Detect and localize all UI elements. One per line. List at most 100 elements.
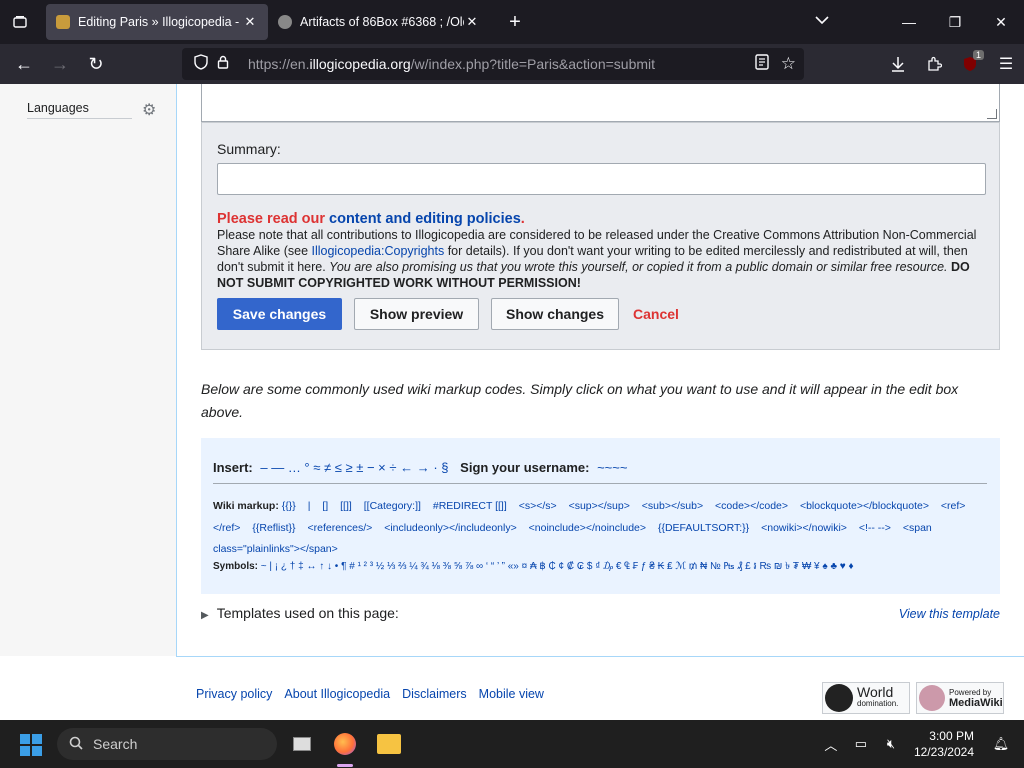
- markup-code-link[interactable]: [[Category:]]: [364, 500, 421, 512]
- ublock-origin-icon[interactable]: 1: [952, 44, 988, 84]
- save-changes-button[interactable]: Save changes: [217, 298, 342, 330]
- markup-code-link[interactable]: <s></s>: [519, 500, 557, 512]
- show-hidden-icons-chevron-icon[interactable]: ︿: [816, 735, 846, 754]
- badge1-big: World: [857, 684, 894, 700]
- content-bottom-divider: [176, 656, 1024, 657]
- task-view-icon[interactable]: [287, 730, 317, 758]
- edit-textarea[interactable]: [201, 84, 1000, 122]
- markup-code-link[interactable]: {{}}: [282, 500, 296, 512]
- illogicopedia-logo-icon: [825, 684, 853, 712]
- reader-view-icon[interactable]: [755, 53, 769, 75]
- close-tab-icon[interactable]: ✕: [242, 14, 258, 30]
- tab-title: Editing Paris » Illogicopedia - Th: [78, 15, 242, 29]
- badge-text: World domination.: [857, 684, 898, 710]
- mobile-view-link[interactable]: Mobile view: [479, 687, 544, 701]
- policy-prefix: Please read our: [217, 211, 330, 227]
- sign-label: Sign your username:: [460, 460, 590, 475]
- file-explorer-icon[interactable]: [374, 730, 404, 758]
- volume-muted-icon[interactable]: 🔇︎: [876, 736, 906, 752]
- reload-icon[interactable]: ↻: [78, 48, 114, 80]
- bookmark-star-icon[interactable]: ☆: [781, 54, 796, 74]
- back-icon[interactable]: ←: [6, 48, 42, 80]
- markup-help-text: Below are some commonly used wiki markup…: [201, 381, 959, 420]
- resize-handle-icon[interactable]: [987, 109, 997, 119]
- close-window-icon[interactable]: ✕: [978, 0, 1024, 44]
- markup-code-link[interactable]: <nowiki></nowiki>: [761, 522, 847, 534]
- signature-insert[interactable]: ~~~~: [597, 460, 627, 475]
- insert-label: Insert:: [213, 460, 253, 475]
- show-preview-button[interactable]: Show preview: [354, 298, 479, 330]
- policy-link[interactable]: content and editing policies: [329, 211, 521, 227]
- tab-list-icon[interactable]: [0, 0, 40, 44]
- insert-characters[interactable]: – — … ° ≈ ≠ ≤ ≥ ± − × ÷ ← → · §: [260, 460, 448, 475]
- world-domination-badge[interactable]: World domination.: [822, 682, 910, 714]
- copyrights-link[interactable]: Illogicopedia:Copyrights: [312, 244, 445, 258]
- markup-code-link[interactable]: #REDIRECT [[]]: [433, 500, 507, 512]
- markup-code-link[interactable]: <references/>: [307, 522, 372, 534]
- notification-bell-icon[interactable]: 🔔︎: [986, 736, 1016, 752]
- char-insert-panel: Insert: – — … ° ≈ ≠ ≤ ≥ ± − × ÷ ← → · § …: [201, 438, 1000, 594]
- policy-heading: Please read our content and editing poli…: [217, 211, 525, 227]
- markup-code-link[interactable]: []: [322, 500, 328, 512]
- markup-code-link[interactable]: <noinclude></noinclude>: [529, 522, 646, 534]
- menu-hamburger-icon[interactable]: ☰: [988, 44, 1024, 84]
- templates-toggle[interactable]: ▶ Templates used on this page:: [201, 605, 399, 621]
- windows-start-icon[interactable]: [20, 734, 42, 756]
- summary-label: Summary:: [217, 141, 281, 157]
- show-changes-button[interactable]: Show changes: [491, 298, 619, 330]
- network-icon[interactable]: ▭: [846, 736, 876, 752]
- downloads-icon[interactable]: [880, 44, 916, 84]
- policy-suffix: .: [520, 211, 525, 227]
- url-domain: illogicopedia.org: [309, 56, 411, 72]
- search-icon: [69, 736, 83, 753]
- powered-by-mediawiki-badge[interactable]: Powered by MediaWiki: [916, 682, 1004, 714]
- copyright-notice: Please note that all contributions to Il…: [217, 227, 992, 291]
- markup-code-link[interactable]: <code></code>: [715, 500, 788, 512]
- firefox-taskbar-icon[interactable]: [330, 730, 360, 758]
- content-divider: [176, 84, 177, 656]
- summary-input[interactable]: [217, 163, 986, 195]
- markup-code-link[interactable]: <!-- -->: [859, 522, 891, 534]
- clock-date: 12/23/2024: [913, 745, 974, 759]
- markup-code-link[interactable]: |: [308, 500, 311, 512]
- illogicopedia-favicon-icon: [56, 15, 70, 29]
- about-link[interactable]: About Illogicopedia: [284, 687, 390, 701]
- gear-icon[interactable]: ⚙: [142, 100, 156, 120]
- clock[interactable]: 3:00 PM 12/23/2024: [914, 728, 974, 760]
- markup-code-link[interactable]: {{Reflist}}: [252, 522, 295, 534]
- forward-icon[interactable]: →: [42, 48, 78, 80]
- edit-options-panel: Summary: Please read our content and edi…: [201, 122, 1000, 350]
- markup-code-link[interactable]: <sup></sup>: [569, 500, 630, 512]
- url-bar[interactable]: https://en.illogicopedia.org/w/index.php…: [182, 48, 804, 80]
- view-template-link[interactable]: View this template: [899, 607, 1000, 621]
- extensions-icon[interactable]: [916, 44, 952, 84]
- symbols-row: Symbols: ~ | ¡ ¿ † ‡ ↔ ↑ ↓ • ¶ # ¹ ² ³ ½…: [213, 559, 991, 576]
- tab-editing-paris[interactable]: Editing Paris » Illogicopedia - Th ✕: [46, 4, 268, 40]
- new-tab-icon[interactable]: +: [500, 7, 530, 37]
- close-tab-icon[interactable]: ✕: [464, 14, 480, 30]
- markup-code-link[interactable]: <sub></sub>: [642, 500, 703, 512]
- templates-label: Templates used on this page:: [216, 605, 399, 621]
- symbol-characters[interactable]: ~ | ¡ ¿ † ‡ ↔ ↑ ↓ • ¶ # ¹ ² ³ ½ ⅓ ⅔ ¼ ¾ …: [261, 561, 854, 572]
- browser-nav-bar: ← → ↻ https://en.illogicopedia.org/w/ind…: [0, 44, 1024, 84]
- maximize-icon[interactable]: ❐: [932, 0, 978, 44]
- extension-badge-count: 1: [972, 50, 984, 60]
- taskbar-search[interactable]: Search: [57, 728, 277, 760]
- markup-code-link[interactable]: <includeonly></includeonly>: [384, 522, 517, 534]
- cancel-link[interactable]: Cancel: [632, 298, 680, 330]
- tracking-protection-shield-icon[interactable]: [190, 54, 212, 74]
- url-path: /w/index.php?title=Paris&action=submit: [410, 56, 656, 72]
- minimize-icon[interactable]: —: [886, 0, 932, 44]
- markup-code-link[interactable]: <blockquote></blockquote>: [800, 500, 929, 512]
- list-all-tabs-chevron-icon[interactable]: [815, 12, 829, 28]
- tab-artifacts-86box[interactable]: Artifacts of 86Box #6368 ; /Old Ha ✕: [268, 4, 490, 40]
- lock-icon[interactable]: [212, 55, 234, 73]
- markup-code-link[interactable]: {{DEFAULTSORT:}}: [658, 522, 749, 534]
- windows-taskbar: Search ︿ ▭ 🔇︎ 3:00 PM 12/23/2024 🔔︎: [0, 720, 1024, 768]
- search-placeholder: Search: [93, 736, 138, 752]
- privacy-policy-link[interactable]: Privacy policy: [196, 687, 272, 701]
- insert-row: Insert: – — … ° ≈ ≠ ≤ ≥ ± − × ÷ ← → · § …: [213, 460, 627, 475]
- window-controls: — ❐ ✕: [886, 0, 1024, 44]
- disclaimers-link[interactable]: Disclaimers: [402, 687, 467, 701]
- markup-code-link[interactable]: [[]]: [340, 500, 352, 512]
